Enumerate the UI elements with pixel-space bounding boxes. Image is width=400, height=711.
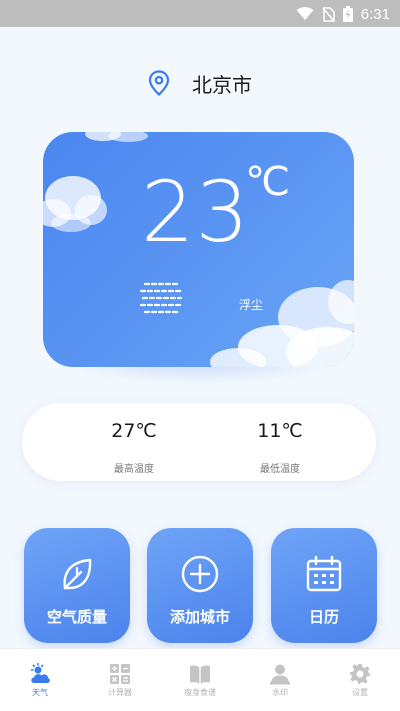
nav-item-calculator[interactable]: 计算器: [80, 649, 160, 711]
city-name: 北京市: [192, 72, 252, 97]
weather-condition: 浮尘: [239, 298, 264, 312]
calculator-icon: [110, 664, 130, 684]
person-icon: [270, 664, 290, 685]
temperature-unit: ℃: [245, 159, 290, 205]
weather-icon: [30, 663, 50, 683]
temperature-value: 23: [141, 163, 250, 261]
plus-circle-icon: [181, 555, 219, 593]
haze-icon: [139, 282, 185, 314]
air-quality-label: 空气质量: [46, 608, 107, 626]
leaf-icon: [63, 558, 92, 590]
location-header[interactable]: 北京市: [0, 68, 400, 98]
settings-icon: [350, 664, 370, 684]
battery-icon: [342, 6, 353, 22]
low-temp-label: 最低温度: [260, 464, 300, 475]
wifi-icon: [296, 7, 314, 20]
nav-item-diet-recipes[interactable]: 瘦身食谱: [160, 649, 240, 711]
cloud-decoration-top: [85, 132, 148, 142]
book-icon: [190, 665, 210, 684]
calendar-button[interactable]: 日历: [271, 528, 377, 643]
nav-item-watermark[interactable]: 水印: [240, 649, 320, 711]
high-temp-group: 27℃ 最高温度: [64, 403, 204, 475]
high-temp-value: 27℃: [111, 420, 157, 442]
weather-card: 23 ℃ 浮尘: [43, 132, 354, 367]
nav-label-diet-recipes: 瘦身食谱: [184, 688, 216, 697]
status-time: 6:31: [360, 5, 390, 23]
nav-label-settings: 设置: [352, 688, 368, 697]
cloud-decoration-right: [210, 280, 354, 367]
nav-label-watermark: 水印: [272, 688, 288, 697]
low-temp-value: 11℃: [257, 420, 303, 442]
temperature-range-panel: 27℃ 最高温度 11℃ 最低温度: [22, 403, 376, 481]
bottom-nav: 天气 计算器 瘦身食谱 水印 设置: [0, 648, 400, 711]
calendar-label: 日历: [308, 608, 339, 626]
nav-item-weather[interactable]: 天气: [0, 649, 80, 711]
location-pin-icon: [148, 70, 170, 96]
add-city-label: 添加城市: [169, 608, 230, 626]
no-sim-icon: [322, 6, 335, 22]
status-bar: 6:31: [0, 0, 400, 27]
air-quality-button[interactable]: 空气质量: [24, 528, 130, 643]
nav-label-weather: 天气: [32, 688, 48, 697]
cloud-decoration-left: [43, 176, 107, 232]
nav-label-calculator: 计算器: [108, 688, 132, 697]
calendar-icon: [306, 555, 342, 592]
nav-item-settings[interactable]: 设置: [320, 649, 400, 711]
low-temp-group: 11℃ 最低温度: [210, 403, 350, 475]
add-city-button[interactable]: 添加城市: [147, 528, 253, 643]
status-icons: 6:31: [296, 4, 390, 24]
high-temp-label: 最高温度: [114, 464, 154, 475]
